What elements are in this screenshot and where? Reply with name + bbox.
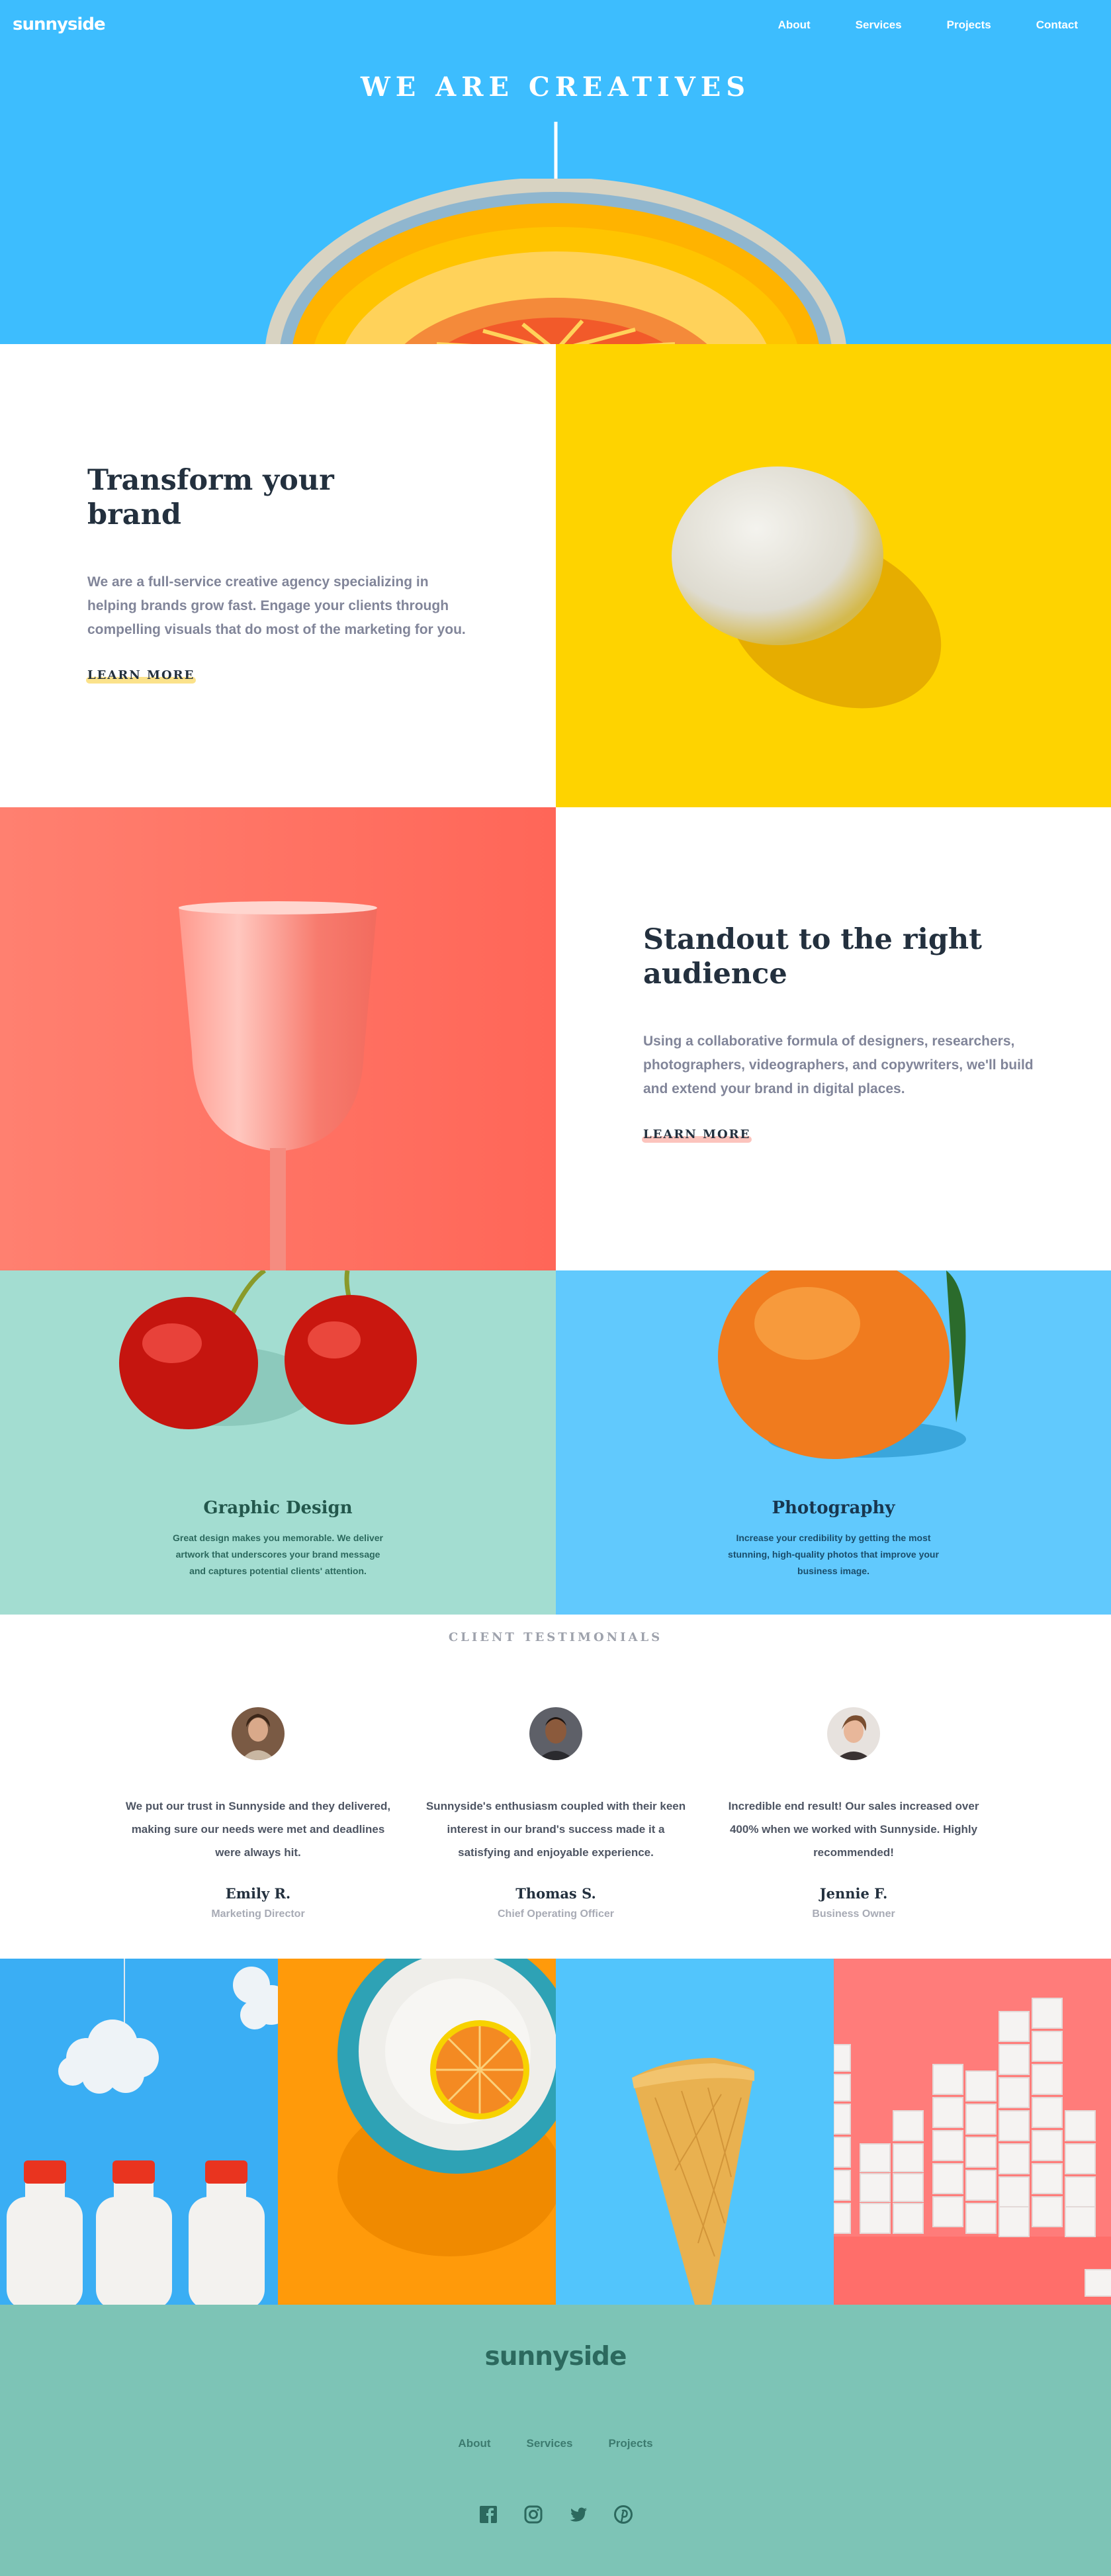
nav-projects-link[interactable]: Projects — [947, 19, 991, 32]
testimonial-role: Business Owner — [812, 1908, 895, 1920]
footer: sunnyside About Services Projects — [0, 2305, 1111, 2576]
testimonial-quote: We put our trust in Sunnyside and they d… — [125, 1800, 391, 1859]
instagram-icon[interactable] — [523, 2505, 543, 2524]
footer-projects-link[interactable]: Projects — [608, 2437, 652, 2450]
testimonial-quote: Incredible end result! Our sales increas… — [728, 1800, 979, 1859]
heading-line-2: audience — [643, 957, 787, 991]
graphic-design-title: Graphic Design — [203, 1498, 353, 1518]
link-label: LEARN MORE — [643, 1128, 751, 1141]
glass-image-block — [0, 807, 556, 1270]
transform-brand-body: We are a full-service creative agency sp… — [87, 574, 466, 637]
testimonial-card: We put our trust in Sunnyside and they d… — [119, 1707, 397, 1920]
header-logo[interactable]: sunnyside — [13, 15, 106, 34]
glass-image — [0, 807, 556, 1270]
graphic-design-card: Graphic Design Great design makes you me… — [0, 1270, 556, 1615]
social-links — [0, 2505, 1111, 2524]
testimonial-card: Sunnyside's enthusiasm coupled with thei… — [417, 1707, 695, 1920]
transform-brand-text-block: Transform your brand We are a full-servi… — [0, 344, 556, 807]
footer-logo[interactable]: sunnyside — [0, 2342, 1111, 2372]
orange-half-image — [265, 179, 846, 344]
testimonial-role: Marketing Director — [211, 1908, 305, 1920]
gallery-orange-plate-image — [278, 1959, 556, 2305]
footer-about-link[interactable]: About — [458, 2437, 490, 2450]
gallery-milk-bottles-image — [0, 1959, 278, 2305]
gallery-sugar-cubes-image — [834, 1959, 1111, 2305]
transform-brand-heading: Transform your brand — [87, 463, 484, 532]
heading-line-2: brand — [87, 498, 181, 531]
hero-title: WE ARE CREATIVES — [360, 71, 751, 103]
nav-contact-link[interactable]: Contact — [1036, 19, 1078, 32]
avatar — [827, 1707, 880, 1760]
testimonial-role: Chief Operating Officer — [497, 1908, 615, 1920]
photography-card: Photography Increase your credibility by… — [556, 1270, 1111, 1615]
photography-body: Increase your credibility by getting the… — [728, 1532, 939, 1576]
link-label: LEARN MORE — [87, 668, 195, 682]
facebook-icon[interactable] — [478, 2505, 498, 2524]
heading-line-1: Standout to the right — [643, 923, 983, 956]
graphic-design-body: Great design makes you memorable. We del… — [173, 1532, 383, 1576]
testimonial-quote: Sunnyside's enthusiasm coupled with thei… — [425, 1800, 686, 1859]
avatar — [232, 1707, 285, 1760]
standout-learn-more-link[interactable]: LEARN MORE — [642, 1128, 752, 1143]
testimonial-card: Incredible end result! Our sales increas… — [715, 1707, 993, 1920]
standout-text-block: Standout to the right audience Using a c… — [556, 807, 1111, 1270]
testimonials-section: CLIENT TESTIMONIALS We put our trust in … — [0, 1615, 1111, 1959]
egg-image — [556, 344, 1111, 807]
page: sunnyside About Services Projects Contac… — [0, 0, 1111, 2576]
nav-services-link[interactable]: Services — [856, 19, 902, 32]
photography-title: Photography — [772, 1498, 895, 1518]
heading-line-1: Transform your — [87, 464, 334, 497]
gallery-ice-cream-cone-image — [556, 1959, 834, 2305]
avatar — [529, 1707, 582, 1760]
footer-nav: About Services Projects — [0, 2437, 1111, 2450]
egg-image-block — [556, 344, 1111, 807]
main-nav: About Services Projects Contact — [733, 19, 1078, 32]
testimonials-heading: CLIENT TESTIMONIALS — [448, 1630, 663, 1644]
standout-body: Using a collaborative formula of designe… — [643, 1034, 1034, 1096]
testimonial-name: Jennie F. — [819, 1885, 888, 1902]
transform-learn-more-link[interactable]: LEARN MORE — [86, 668, 197, 684]
nav-about-link[interactable]: About — [778, 19, 811, 32]
testimonial-name: Thomas S. — [515, 1885, 596, 1902]
hero-section: sunnyside About Services Projects Contac… — [0, 0, 1111, 344]
pinterest-icon[interactable] — [613, 2505, 633, 2524]
twitter-icon[interactable] — [568, 2505, 588, 2524]
footer-services-link[interactable]: Services — [527, 2437, 573, 2450]
testimonial-name: Emily R. — [225, 1885, 291, 1902]
standout-heading: Standout to the right audience — [643, 922, 1053, 991]
